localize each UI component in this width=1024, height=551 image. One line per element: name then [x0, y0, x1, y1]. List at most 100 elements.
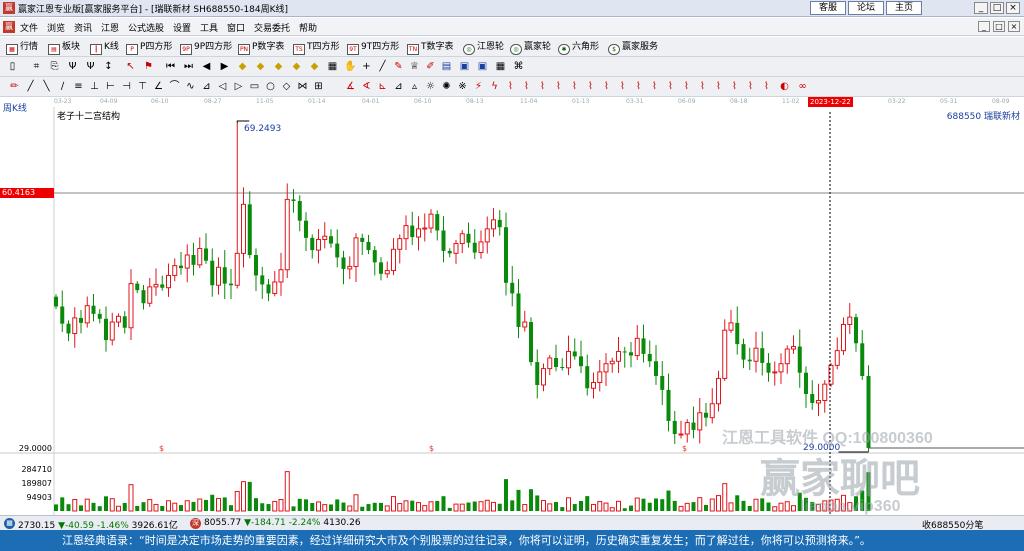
menu-file[interactable]: 文件 [20, 21, 38, 34]
tool-ag-icon[interactable]: ⌇ [552, 80, 565, 93]
tool-d-icon[interactable]: ≡ [72, 80, 85, 93]
next-icon[interactable]: ▶ [218, 60, 231, 73]
doc-restore-button[interactable]: □ [993, 21, 1005, 32]
save-icon[interactable]: ▣ [476, 60, 489, 73]
menu-gann[interactable]: 江恩 [101, 21, 119, 34]
copy-icon[interactable]: ⎘ [48, 60, 61, 73]
tool-ac-icon[interactable]: ϟ [488, 80, 501, 93]
menu-settings[interactable]: 设置 [173, 21, 191, 34]
cursor-icon[interactable]: ↖ [124, 60, 137, 73]
tool-j-icon[interactable]: ⌒ [168, 80, 181, 93]
diamond-tool-4-icon[interactable]: ◆ [290, 60, 303, 73]
menu-browse[interactable]: 浏览 [47, 21, 65, 34]
index-grid-icon[interactable]: ▦ [4, 518, 15, 529]
minimize-button[interactable]: _ [974, 2, 988, 14]
last-icon[interactable]: ⏭ [182, 60, 195, 73]
tool-aa-icon[interactable]: ※ [456, 80, 469, 93]
pen-icon[interactable]: ✐ [424, 60, 437, 73]
tool-ao-icon[interactable]: ⌇ [680, 80, 693, 93]
homepage-button[interactable]: 主页 [886, 1, 922, 15]
menu-window[interactable]: 窗口 [227, 21, 245, 34]
tool-v-icon[interactable]: ⊾ [376, 80, 389, 93]
bar-icon[interactable]: ↕ [102, 60, 115, 73]
tool-g-icon[interactable]: ⊣ [120, 80, 133, 93]
tool-af-icon[interactable]: ⌇ [536, 80, 549, 93]
shirt-icon[interactable]: ♕ [408, 60, 421, 73]
tool-ar-icon[interactable]: ⌇ [728, 80, 741, 93]
pencil-icon[interactable]: ✏ [8, 80, 21, 93]
disk-icon[interactable]: ▣ [458, 60, 471, 73]
tool-ap-icon[interactable]: ⌇ [696, 80, 709, 93]
tool-x-icon[interactable]: ▵ [408, 80, 421, 93]
period-icon[interactable]: ⌗ [30, 60, 43, 73]
sz-index[interactable]: 8055.77 ▼-184.71 -2.24% 4130.26 [204, 518, 361, 528]
tool-s-icon[interactable]: ⊞ [312, 80, 325, 93]
doc-close-button[interactable]: × [1008, 21, 1020, 32]
menu-formula[interactable]: 公式选股 [128, 21, 164, 34]
menu-tools[interactable]: 工具 [200, 21, 218, 34]
tool-aj-icon[interactable]: ⌇ [600, 80, 613, 93]
toolbar-t-table[interactable]: TN T数字表 [407, 40, 454, 55]
toolbar-quotes[interactable]: ▦ 行情 [6, 40, 38, 55]
tool-z-icon[interactable]: ✺ [440, 80, 453, 93]
network-icon[interactable]: ⌘ [512, 60, 525, 73]
tool-ak-icon[interactable]: ⌇ [616, 80, 629, 93]
diamond-tool-1-icon[interactable]: ◆ [236, 60, 249, 73]
calendar-icon[interactable]: ▦ [494, 60, 507, 73]
tool-ah-icon[interactable]: ⌇ [568, 80, 581, 93]
color-circle-icon[interactable]: ◐ [778, 80, 791, 93]
tool-at-icon[interactable]: ⌇ [760, 80, 773, 93]
period-label[interactable]: 周K线 [3, 101, 27, 114]
toolbar-p-square[interactable]: P P四方形 [126, 40, 172, 55]
toolbar-hexagon[interactable]: ✱ 六角形 [558, 40, 599, 55]
tool-am-icon[interactable]: ⌇ [648, 80, 661, 93]
tool-i-icon[interactable]: ∠ [152, 80, 165, 93]
tool-as-icon[interactable]: ⌇ [744, 80, 757, 93]
menu-news[interactable]: 资讯 [74, 21, 92, 34]
table-icon[interactable]: ▤ [440, 60, 453, 73]
grid-tool-icon[interactable]: ▦ [326, 60, 339, 73]
tool-o-icon[interactable]: ▭ [248, 80, 261, 93]
tool-a-icon[interactable]: ╱ [24, 80, 37, 93]
toolbar-sectors[interactable]: ▤ 板块 [48, 40, 80, 55]
tool-e-icon[interactable]: ⊥ [88, 80, 101, 93]
menu-help[interactable]: 帮助 [299, 21, 317, 34]
tool-aq-icon[interactable]: ⌇ [712, 80, 725, 93]
tool-n-icon[interactable]: ▷ [232, 80, 245, 93]
crosshair-icon[interactable]: + [360, 60, 373, 73]
infinity-icon[interactable]: ∞ [796, 80, 809, 93]
tool-ab-icon[interactable]: ⚡ [472, 80, 485, 93]
tool-an-icon[interactable]: ⌇ [664, 80, 677, 93]
forum-button[interactable]: 论坛 [848, 1, 884, 15]
tool-y-icon[interactable]: ☼ [424, 80, 437, 93]
prev-icon[interactable]: ◀ [200, 60, 213, 73]
tool-w-icon[interactable]: ⊿ [392, 80, 405, 93]
toolbar-winner-wheel[interactable]: ◎ 赢家轮 [510, 40, 551, 55]
toolbar-9t-square[interactable]: 9T 9T四方形 [347, 40, 399, 55]
tool-b-icon[interactable]: ╲ [40, 80, 53, 93]
toolbar-t-square[interactable]: TS T四方形 [293, 40, 340, 55]
tool-k-icon[interactable]: ∿ [184, 80, 197, 93]
mark-icon[interactable]: ✎ [392, 60, 405, 73]
diamond-tool-2-icon[interactable]: ◆ [254, 60, 267, 73]
tool-ad-icon[interactable]: ⌇ [504, 80, 517, 93]
tool-p-icon[interactable]: ○ [264, 80, 277, 93]
maximize-button[interactable]: □ [990, 2, 1004, 14]
toolbar-p-table[interactable]: PN P数字表 [238, 40, 284, 55]
tool-f-icon[interactable]: ⊢ [104, 80, 117, 93]
fork-icon[interactable]: Ψ [66, 60, 79, 73]
toolbar-kline[interactable]: ┃ K线 [90, 40, 119, 55]
tool-ai-icon[interactable]: ⌇ [584, 80, 597, 93]
first-icon[interactable]: ⏮ [164, 60, 177, 73]
tool-q-icon[interactable]: ◇ [280, 80, 293, 93]
diamond-tool-3-icon[interactable]: ◆ [272, 60, 285, 73]
menu-trading[interactable]: 交易委托 [254, 21, 290, 34]
tool-l-icon[interactable]: ⊿ [200, 80, 213, 93]
customer-service-button[interactable]: 客服 [810, 1, 846, 15]
toolbar-9p-square[interactable]: 9P 9P四方形 [180, 40, 232, 55]
tool-t-icon[interactable]: ∡ [344, 80, 357, 93]
toolbar-gann-wheel[interactable]: ◎ 江恩轮 [463, 40, 504, 55]
hand-icon[interactable]: ✋ [344, 60, 357, 73]
toolbar-service[interactable]: $ 赢家服务 [608, 40, 658, 55]
tool-r-icon[interactable]: ⋈ [296, 80, 309, 93]
